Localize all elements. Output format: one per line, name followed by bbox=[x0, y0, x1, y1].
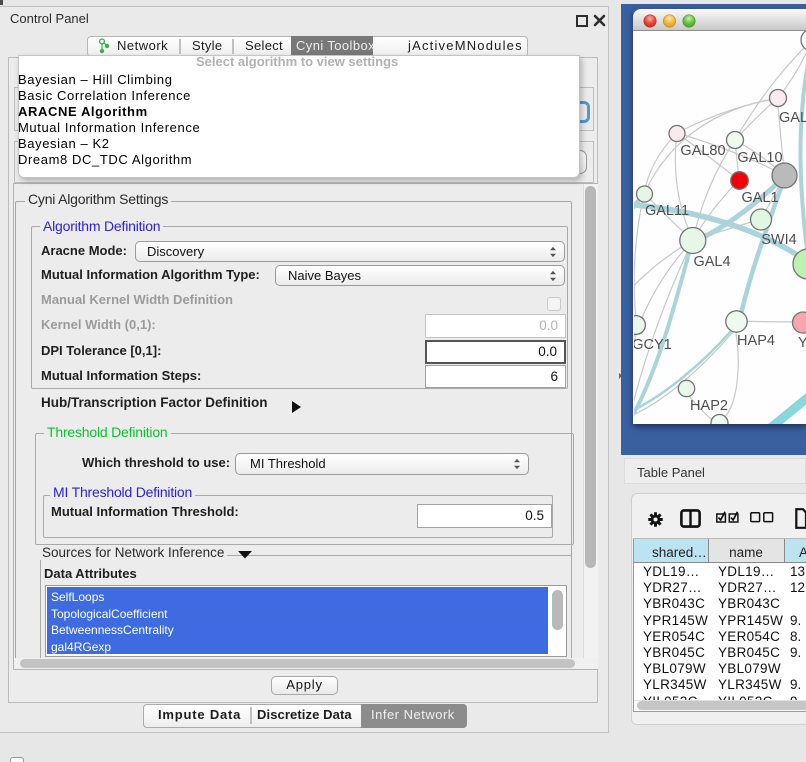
svg-text:SWI4: SWI4 bbox=[761, 232, 796, 248]
svg-text:HAP4: HAP4 bbox=[737, 333, 775, 349]
svg-text:GAL2: GAL2 bbox=[779, 110, 806, 126]
svg-text:GAL80: GAL80 bbox=[680, 143, 725, 159]
svg-text:YE: YE bbox=[798, 335, 806, 351]
svg-text:GAL1: GAL1 bbox=[741, 190, 778, 206]
svg-text:HAP2: HAP2 bbox=[690, 398, 728, 414]
svg-text:GAL4: GAL4 bbox=[693, 254, 730, 270]
svg-text:GAL10: GAL10 bbox=[737, 150, 782, 166]
svg-text:GAL11: GAL11 bbox=[645, 203, 689, 219]
svg-text:GCY1: GCY1 bbox=[634, 337, 672, 353]
